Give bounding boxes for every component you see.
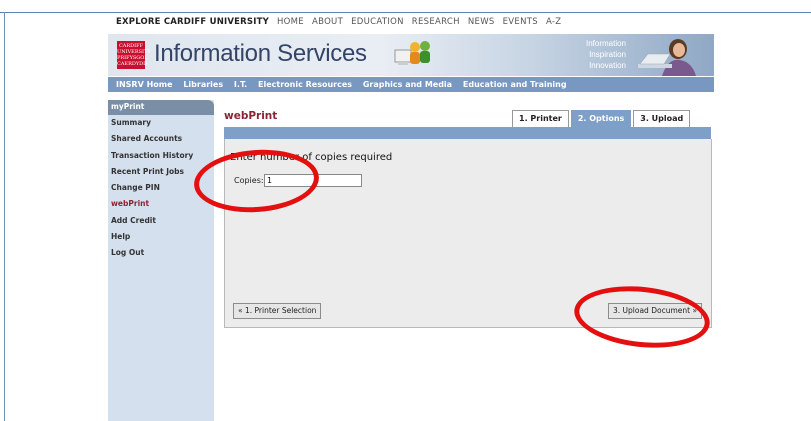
topnav-link-research[interactable]: RESEARCH bbox=[412, 17, 460, 27]
nav-it[interactable]: I.T. bbox=[234, 80, 247, 89]
tab-upload[interactable]: 3. Upload bbox=[633, 110, 691, 128]
sidebar-item-shared-accounts[interactable]: Shared Accounts bbox=[108, 131, 214, 147]
tab-printer[interactable]: 1. Printer bbox=[512, 110, 569, 128]
topnav-link-education[interactable]: EDUCATION bbox=[351, 17, 404, 27]
site-banner: CARDIFF UNIVERSITY PRIFYSGOL CAERDYDD In… bbox=[108, 34, 714, 76]
wizard-steps: 1. Printer 2. Options 3. Upload bbox=[510, 110, 691, 128]
nav-insrv-home[interactable]: INSRV Home bbox=[116, 80, 173, 89]
printer-selection-button[interactable]: « 1. Printer Selection bbox=[233, 303, 322, 319]
window-frame-top bbox=[0, 0, 811, 13]
nav-graphics-media[interactable]: Graphics and Media bbox=[363, 80, 452, 89]
main-navigation: INSRV Home Libraries I.T. Electronic Res… bbox=[108, 77, 714, 92]
banner-tagline: Information Inspiration Innovation bbox=[585, 39, 626, 70]
student-photo bbox=[638, 39, 696, 76]
topnav-link-a-z[interactable]: A-Z bbox=[546, 17, 561, 27]
topnav-link-home[interactable]: HOME bbox=[277, 17, 304, 27]
top-navigation: EXPLORE CARDIFF UNIVERSITY HOME ABOUT ED… bbox=[116, 17, 566, 31]
nav-libraries[interactable]: Libraries bbox=[183, 80, 223, 89]
topnav-link-about[interactable]: ABOUT bbox=[312, 17, 343, 27]
nav-electronic-resources[interactable]: Electronic Resources bbox=[258, 80, 352, 89]
sidebar-item-webprint[interactable]: webPrint bbox=[108, 196, 214, 212]
sidebar-header: myPrint bbox=[108, 100, 214, 115]
site-title: Information Services bbox=[154, 40, 367, 67]
sidebar-item-help[interactable]: Help bbox=[108, 229, 214, 245]
sidebar-item-log-out[interactable]: Log Out bbox=[108, 245, 214, 261]
university-logo[interactable]: CARDIFF UNIVERSITY PRIFYSGOL CAERDYDD bbox=[117, 41, 151, 69]
topnav-link-events[interactable]: EVENTS bbox=[503, 17, 538, 27]
sidebar: myPrint Summary Shared Accounts Transact… bbox=[108, 100, 214, 421]
window-frame-left bbox=[4, 12, 5, 421]
university-link[interactable]: EXPLORE CARDIFF UNIVERSITY bbox=[116, 17, 269, 27]
page-title: webPrint bbox=[224, 110, 278, 122]
tab-options[interactable]: 2. Options bbox=[570, 110, 632, 128]
topnav-link-news[interactable]: NEWS bbox=[468, 17, 495, 27]
users-computer-icon bbox=[394, 41, 430, 65]
tab-bar bbox=[224, 127, 711, 139]
sidebar-item-transaction-history[interactable]: Transaction History bbox=[108, 148, 214, 164]
nav-education-training[interactable]: Education and Training bbox=[463, 80, 567, 89]
sidebar-item-summary[interactable]: Summary bbox=[108, 115, 214, 131]
sidebar-item-add-credit[interactable]: Add Credit bbox=[108, 213, 214, 229]
